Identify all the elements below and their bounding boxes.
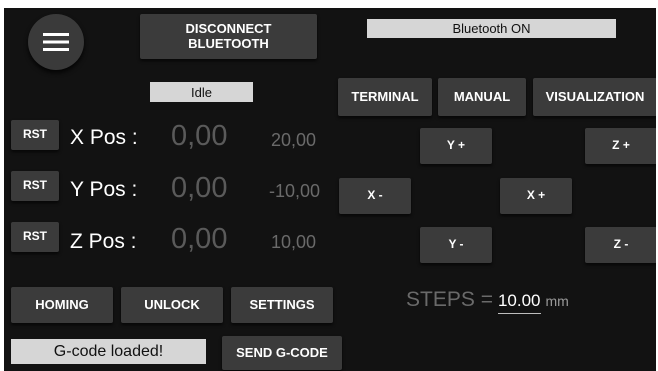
z-pos-value: 0,00 [171,223,228,255]
reset-z-button[interactable]: RST [11,222,59,252]
steps-unit: mm [545,293,569,309]
x-pos-value: 0,00 [171,120,228,152]
tab-manual[interactable]: MANUAL [438,78,526,116]
x-pos-label: X Pos : [70,126,138,149]
steps-input[interactable]: 10.00 [497,291,541,314]
tab-terminal[interactable]: TERMINAL [338,78,432,116]
x-target-value: 20,00 [271,130,317,150]
menu-button[interactable] [28,14,84,70]
y-target-value: -10,00 [269,181,321,201]
bluetooth-status: Bluetooth ON [367,19,616,38]
jog-x-minus-button[interactable]: X - [339,178,411,214]
cnc-controller-app: DISCONNECT BLUETOOTH Bluetooth ON Idle T… [4,8,656,371]
settings-button[interactable]: SETTINGS [231,287,333,323]
jog-z-minus-button[interactable]: Z - [585,227,656,263]
y-pos-value: 0,00 [171,172,228,204]
homing-button[interactable]: HOMING [11,287,113,323]
z-pos-label: Z Pos : [70,230,137,253]
jog-x-plus-button[interactable]: X + [500,178,572,214]
jog-z-plus-button[interactable]: Z + [585,128,656,164]
gcode-status: G-code loaded! [11,339,206,364]
jog-y-plus-button[interactable]: Y + [420,128,492,164]
steps-control: STEPS = 10.00 mm [406,288,569,322]
tab-visualization[interactable]: VISUALIZATION [533,78,656,116]
steps-label: STEPS = [406,288,493,311]
disconnect-bluetooth-button[interactable]: DISCONNECT BLUETOOTH [140,14,317,59]
hamburger-menu-icon [43,33,69,51]
y-pos-label: Y Pos : [70,178,138,201]
reset-y-button[interactable]: RST [11,171,59,201]
z-target-value: 10,00 [271,232,317,252]
reset-x-button[interactable]: RST [11,120,59,150]
send-gcode-button[interactable]: SEND G-CODE [222,336,342,370]
screen: DISCONNECT BLUETOOTH Bluetooth ON Idle T… [0,0,658,371]
machine-state: Idle [150,82,253,102]
unlock-button[interactable]: UNLOCK [121,287,223,323]
jog-y-minus-button[interactable]: Y - [420,227,492,263]
